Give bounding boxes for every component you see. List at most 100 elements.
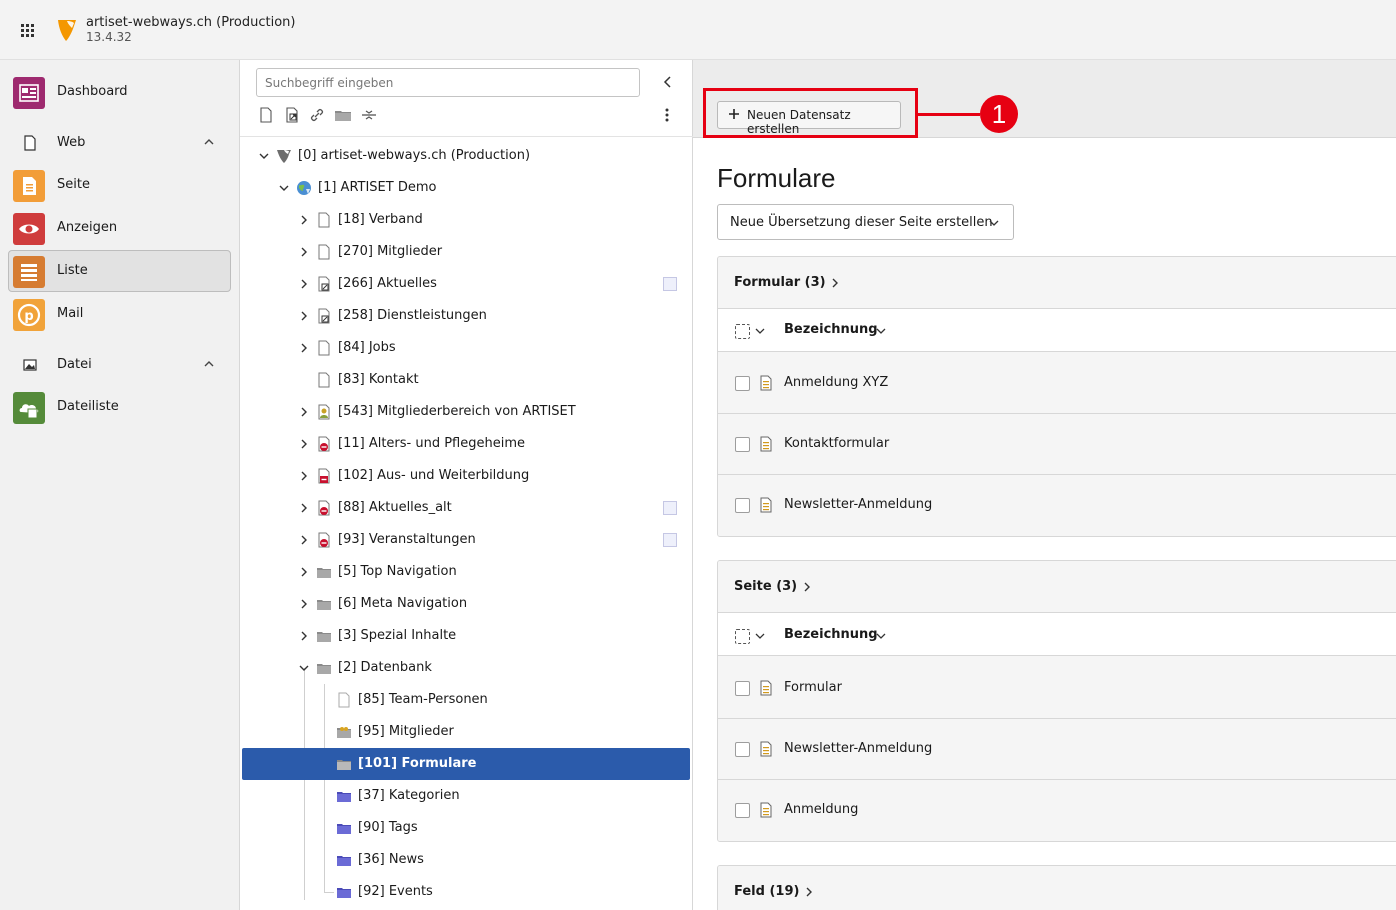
shortcut-page-icon[interactable]: [282, 105, 302, 125]
chevron-right-icon[interactable]: [298, 566, 310, 578]
chevron-right-icon[interactable]: [298, 470, 310, 482]
tree-node[interactable]: [1] ARTISET Demo: [242, 172, 690, 204]
chevron-right-icon[interactable]: [298, 310, 310, 322]
row-label[interactable]: Kontaktformular: [784, 436, 889, 451]
row-checkbox[interactable]: [735, 498, 750, 513]
collapse-tree-icon[interactable]: [661, 74, 675, 90]
page-hidden-icon: [316, 436, 332, 452]
module-dashboard[interactable]: Dashboard: [8, 71, 231, 113]
tree-node[interactable]: [102] Aus- und Weiterbildung: [242, 460, 690, 492]
tree-node[interactable]: [11] Alters- und Pflegeheime: [242, 428, 690, 460]
chevron-right-icon[interactable]: [298, 406, 310, 418]
panel-title[interactable]: Formular (3): [734, 275, 826, 290]
panel-title[interactable]: Feld (19): [734, 884, 799, 899]
tree-node[interactable]: [37] Kategorien: [242, 780, 690, 812]
more-options-icon[interactable]: [661, 106, 673, 124]
tree-search-input[interactable]: [256, 68, 640, 97]
tree-node[interactable]: [0] artiset-webways.ch (Production): [242, 140, 690, 172]
page-tree: [0] artiset-webways.ch (Production) [1] …: [240, 60, 693, 910]
tree-node[interactable]: [88] Aktuelles_alt: [242, 492, 690, 524]
tree-node[interactable]: [543] Mitgliederbereich von ARTISET: [242, 396, 690, 428]
tree-node[interactable]: [90] Tags: [242, 812, 690, 844]
page-record-icon: [759, 680, 773, 696]
chevron-right-icon[interactable]: [298, 630, 310, 642]
folder-icon[interactable]: [333, 105, 353, 125]
tree-node-label: [84] Jobs: [338, 340, 396, 355]
tree-node[interactable]: [18] Verband: [242, 204, 690, 236]
module-seite[interactable]: Seite: [8, 164, 231, 206]
chevron-right-icon[interactable]: [804, 886, 814, 898]
tree-node[interactable]: [258] Dienstleistungen: [242, 300, 690, 332]
chevron-down-icon[interactable]: [875, 630, 887, 642]
module-anzeigen[interactable]: Anzeigen: [8, 207, 231, 249]
folder-icon: [336, 756, 352, 772]
chevron-right-icon[interactable]: [298, 246, 310, 258]
chevron-right-icon[interactable]: [298, 214, 310, 226]
chevron-down-icon[interactable]: [754, 630, 766, 642]
panel-title[interactable]: Seite (3): [734, 579, 797, 594]
chevron-right-icon[interactable]: [830, 277, 840, 289]
new-page-icon[interactable]: [256, 105, 276, 125]
select-value: Neue Übersetzung dieser Seite erstellen: [730, 215, 993, 230]
module-mail[interactable]: p Mail: [8, 293, 231, 335]
select-all-checkbox[interactable]: [735, 629, 750, 644]
link-icon[interactable]: [307, 105, 327, 125]
column-label[interactable]: Bezeichnung: [784, 627, 878, 642]
chevron-down-icon[interactable]: [875, 325, 887, 337]
chevron-right-icon[interactable]: [298, 438, 310, 450]
folder-icon: [316, 564, 332, 580]
tree-node[interactable]: [83] Kontakt: [242, 364, 690, 396]
divider-icon[interactable]: [359, 105, 379, 125]
row-checkbox[interactable]: [735, 742, 750, 757]
translation-select[interactable]: Neue Übersetzung dieser Seite erstellen: [717, 204, 1014, 240]
row-label[interactable]: Newsletter-Anmeldung: [784, 497, 932, 512]
tree-node-label: [37] Kategorien: [358, 788, 460, 803]
tree-node[interactable]: [3] Spezial Inhalte: [242, 620, 690, 652]
tree-node[interactable]: [6] Meta Navigation: [242, 588, 690, 620]
tree-node[interactable]: [266] Aktuelles: [242, 268, 690, 300]
column-label[interactable]: Bezeichnung: [784, 322, 878, 337]
dashboard-icon: [13, 77, 45, 109]
module-liste[interactable]: Liste: [8, 250, 231, 292]
tree-node[interactable]: [93] Veranstaltungen: [242, 524, 690, 556]
row-checkbox[interactable]: [735, 681, 750, 696]
chevron-right-icon[interactable]: [298, 534, 310, 546]
chevron-down-icon[interactable]: [258, 150, 270, 162]
chevron-right-icon[interactable]: [298, 278, 310, 290]
group-web[interactable]: Web: [8, 127, 231, 159]
row-checkbox[interactable]: [735, 437, 750, 452]
app-grid-icon[interactable]: [18, 21, 38, 41]
tree-node[interactable]: [84] Jobs: [242, 332, 690, 364]
chevron-right-icon[interactable]: [298, 502, 310, 514]
chevron-down-icon[interactable]: [278, 182, 290, 194]
row-checkbox[interactable]: [735, 376, 750, 391]
row-label[interactable]: Newsletter-Anmeldung: [784, 741, 932, 756]
tree-node[interactable]: [92] Events: [242, 876, 690, 908]
tree-node-label: [258] Dienstleistungen: [338, 308, 487, 323]
tree-node[interactable]: [5] Top Navigation: [242, 556, 690, 588]
group-datei[interactable]: Datei: [8, 349, 231, 381]
page-shortcut-icon: [316, 276, 332, 292]
typo3-logo-icon[interactable]: [56, 18, 78, 42]
callout-line: [918, 113, 980, 116]
tree-node-label: [95] Mitglieder: [358, 724, 454, 739]
list-icon: [13, 256, 45, 288]
tree-node[interactable]: [270] Mitglieder: [242, 236, 690, 268]
row-label[interactable]: Formular: [784, 680, 842, 695]
page-user-icon: [316, 404, 332, 420]
row-label[interactable]: Anmeldung XYZ: [784, 375, 888, 390]
select-all-checkbox[interactable]: [735, 324, 750, 339]
chevron-right-icon[interactable]: [298, 598, 310, 610]
chevron-right-icon[interactable]: [802, 581, 812, 593]
row-label[interactable]: Anmeldung: [784, 802, 858, 817]
module-dateiliste[interactable]: Dateiliste: [8, 386, 231, 428]
tree-node[interactable]: [85] Team-Personen: [242, 684, 690, 716]
tree-node[interactable]: [95] Mitglieder: [242, 716, 690, 748]
chevron-down-icon[interactable]: [754, 325, 766, 337]
chevron-right-icon[interactable]: [298, 342, 310, 354]
tree-node[interactable]: [2] Datenbank: [242, 652, 690, 684]
tree-node-selected[interactable]: [101] Formulare: [242, 748, 690, 780]
row-checkbox[interactable]: [735, 803, 750, 818]
chevron-down-icon[interactable]: [298, 662, 310, 674]
tree-node[interactable]: [36] News: [242, 844, 690, 876]
